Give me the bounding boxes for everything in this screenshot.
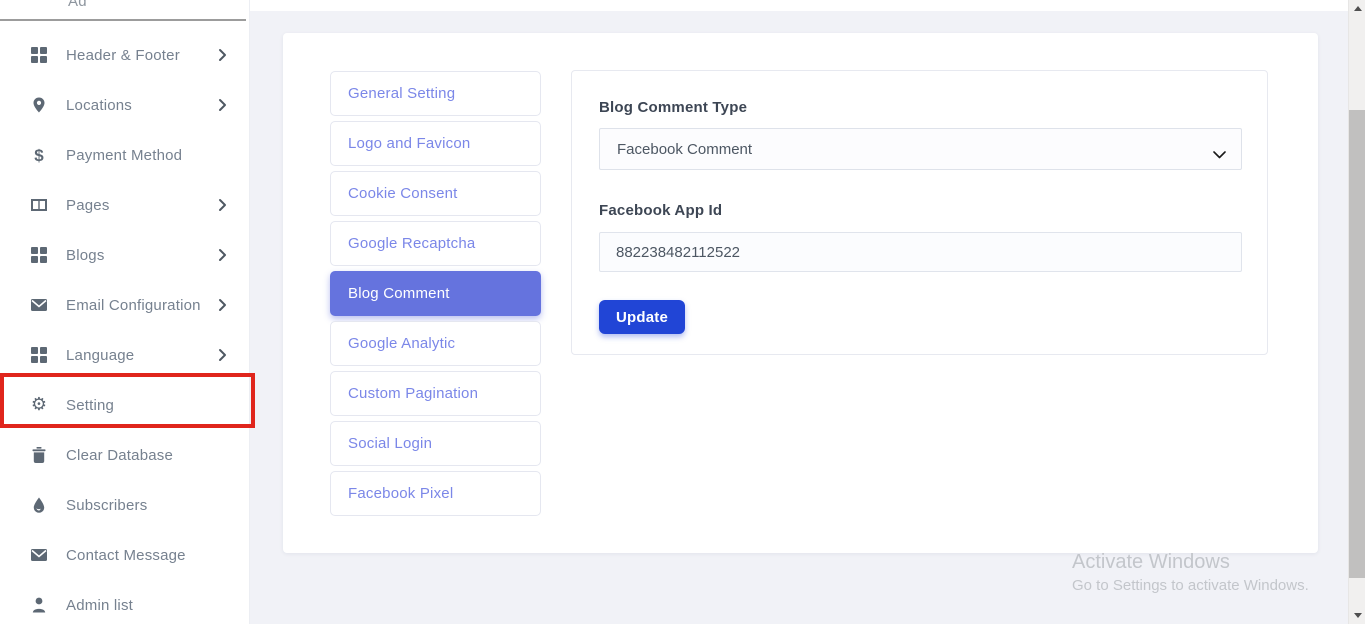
activate-windows-watermark: Activate Windows Go to Settings to activ… [1072, 550, 1309, 594]
gear-icon: ⚙ [30, 396, 48, 414]
blog-comment-type-select[interactable]: Facebook Comment [599, 128, 1242, 170]
sidebar-item-label: Setting [66, 397, 114, 414]
tab-label: Cookie Consent [348, 185, 458, 202]
tab-label: Google Analytic [348, 335, 455, 352]
sidebar-item-ads-partial[interactable]: Ad [0, 0, 250, 18]
blog-comment-type-label: Blog Comment Type [599, 99, 747, 116]
sidebar-item-label: Header & Footer [66, 47, 180, 64]
tab-cookie-consent[interactable]: Cookie Consent [330, 171, 541, 216]
dollar-icon: $ [30, 146, 48, 164]
sidebar-menu: Header & Footer Locations $ Payment Meth… [0, 30, 250, 624]
sidebar-item-header-footer[interactable]: Header & Footer [0, 30, 250, 80]
scrollbar-thumb[interactable] [1349, 110, 1365, 578]
user-icon [30, 596, 48, 614]
sidebar-item-setting[interactable]: ⚙ Setting [0, 380, 250, 430]
sidebar-item-label: Locations [66, 97, 132, 114]
sidebar-item-blogs[interactable]: Blogs [0, 230, 250, 280]
blog-comment-type-selected-value: Facebook Comment [617, 141, 752, 158]
chevron-right-icon [214, 347, 230, 368]
map-pin-icon [30, 96, 48, 114]
chevron-down-icon [1213, 146, 1226, 163]
tab-label: General Setting [348, 85, 455, 102]
grid-icon [30, 346, 48, 364]
tab-label: Facebook Pixel [348, 485, 453, 502]
settings-tab-list: General Setting Logo and Favicon Cookie … [330, 71, 541, 521]
sidebar-item-admin-list[interactable]: Admin list [0, 580, 250, 624]
chevron-right-icon [214, 297, 230, 318]
tab-blog-comment[interactable]: Blog Comment [330, 271, 541, 316]
sidebar-item-subscribers[interactable]: Subscribers [0, 480, 250, 530]
tab-general-setting[interactable]: General Setting [330, 71, 541, 116]
sidebar-item-contact-message[interactable]: Contact Message [0, 530, 250, 580]
sidebar-item-clear-database[interactable]: Clear Database [0, 430, 250, 480]
sidebar-item-label: Admin list [66, 597, 133, 614]
sidebar-divider [0, 19, 246, 21]
envelope-icon [30, 546, 48, 564]
tab-google-recaptcha[interactable]: Google Recaptcha [330, 221, 541, 266]
sidebar-item-label: Ad [68, 0, 87, 10]
sidebar-item-label: Language [66, 347, 134, 364]
scrollbar-down-arrow[interactable] [1349, 607, 1365, 624]
sidebar-item-label: Email Configuration [66, 297, 201, 314]
vertical-scrollbar [1348, 0, 1365, 624]
chevron-right-icon [214, 247, 230, 268]
triangle-down-icon [1354, 613, 1362, 618]
sidebar-item-language[interactable]: Language [0, 330, 250, 380]
watermark-title: Activate Windows [1072, 550, 1309, 574]
scrollbar-up-arrow[interactable] [1349, 0, 1365, 17]
update-button[interactable]: Update [599, 300, 685, 334]
envelope-icon [30, 296, 48, 314]
grid-icon [30, 246, 48, 264]
sidebar-item-label: Blogs [66, 247, 105, 264]
main-content: General Setting Logo and Favicon Cookie … [250, 0, 1348, 624]
tab-custom-pagination[interactable]: Custom Pagination [330, 371, 541, 416]
facebook-app-id-input[interactable] [599, 232, 1242, 272]
sidebar-item-pages[interactable]: Pages [0, 180, 250, 230]
blog-comment-panel: Blog Comment Type Facebook Comment Faceb… [571, 70, 1268, 355]
trash-icon [30, 446, 48, 464]
grid-icon [30, 46, 48, 64]
chevron-right-icon [214, 197, 230, 218]
sidebar: Ad Header & Footer Locations $ Payment M… [0, 0, 250, 624]
droplet-icon [30, 496, 48, 514]
sidebar-item-email-configuration[interactable]: Email Configuration [0, 280, 250, 330]
content-card: General Setting Logo and Favicon Cookie … [283, 33, 1318, 553]
tab-label: Blog Comment [348, 285, 450, 302]
tab-label: Logo and Favicon [348, 135, 470, 152]
chevron-right-icon [214, 47, 230, 68]
columns-icon [30, 196, 48, 214]
tab-logo-and-favicon[interactable]: Logo and Favicon [330, 121, 541, 166]
tab-google-analytic[interactable]: Google Analytic [330, 321, 541, 366]
triangle-up-icon [1354, 6, 1362, 11]
chevron-right-icon [214, 97, 230, 118]
sidebar-item-label: Clear Database [66, 447, 173, 464]
sidebar-item-label: Pages [66, 197, 110, 214]
tab-label: Google Recaptcha [348, 235, 475, 252]
topbar-remnant [250, 0, 1348, 11]
sidebar-item-label: Contact Message [66, 547, 186, 564]
sidebar-item-payment-method[interactable]: $ Payment Method [0, 130, 250, 180]
sidebar-item-label: Payment Method [66, 147, 182, 164]
sidebar-item-label: Subscribers [66, 497, 147, 514]
tab-label: Social Login [348, 435, 432, 452]
tab-facebook-pixel[interactable]: Facebook Pixel [330, 471, 541, 516]
tab-social-login[interactable]: Social Login [330, 421, 541, 466]
facebook-app-id-label: Facebook App Id [599, 202, 722, 219]
tab-label: Custom Pagination [348, 385, 478, 402]
sidebar-item-locations[interactable]: Locations [0, 80, 250, 130]
watermark-subtitle: Go to Settings to activate Windows. [1072, 577, 1309, 594]
